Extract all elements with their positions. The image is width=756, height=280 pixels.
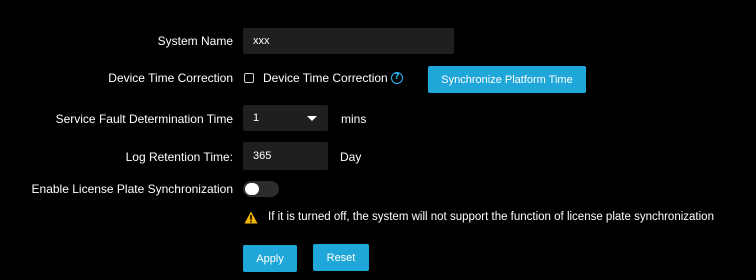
log-retention-value: 365 [253, 150, 272, 162]
synchronize-platform-time-button[interactable]: Synchronize Platform Time [428, 66, 586, 93]
license-plate-sync-warning: If it is turned off, the system will not… [268, 211, 714, 223]
service-fault-unit: mins [341, 112, 367, 126]
system-settings-page: System Name xxx Device Time Correction D… [0, 0, 756, 280]
apply-button[interactable]: Apply [243, 245, 297, 272]
service-fault-select[interactable]: 1 [243, 105, 328, 131]
device-time-correction-label: Device Time Correction [108, 71, 233, 85]
system-name-value: xxx [253, 35, 270, 47]
toggle-knob [245, 183, 259, 195]
warning-triangle-icon [244, 211, 258, 224]
device-time-correction-checkbox[interactable] [244, 73, 254, 83]
service-fault-value: 1 [253, 112, 260, 124]
device-time-correction-checkbox-label: Device Time Correction [263, 71, 388, 85]
chevron-down-icon [307, 116, 317, 121]
license-plate-sync-toggle[interactable] [243, 181, 279, 197]
log-retention-input[interactable]: 365 [243, 142, 328, 170]
system-name-input[interactable]: xxx [243, 28, 454, 54]
log-retention-unit: Day [340, 150, 362, 164]
help-icon[interactable]: ? [391, 72, 403, 84]
license-plate-sync-label: Enable License Plate Synchronization [31, 182, 233, 196]
service-fault-label: Service Fault Determination Time [55, 112, 233, 126]
system-name-label: System Name [157, 34, 233, 48]
reset-button[interactable]: Reset [313, 244, 369, 271]
log-retention-label: Log Retention Time: [125, 150, 233, 164]
